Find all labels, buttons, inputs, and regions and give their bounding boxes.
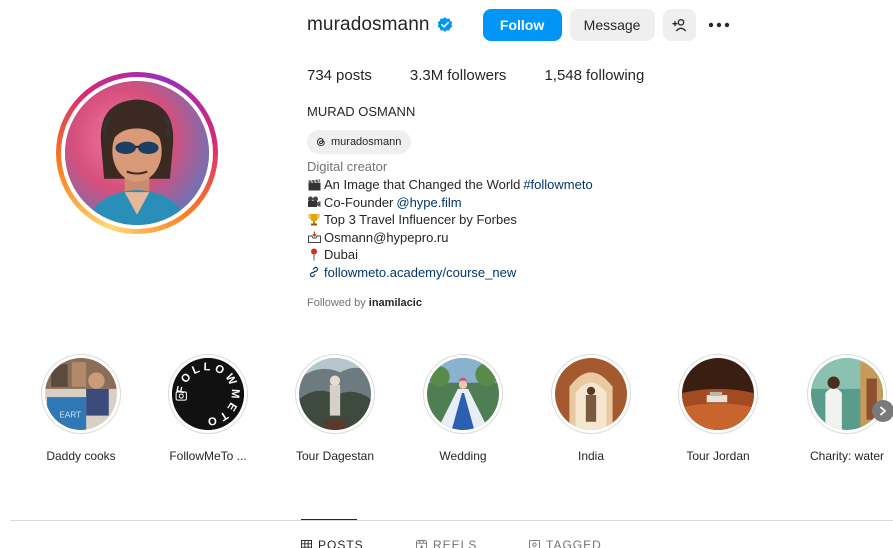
posts-label: posts bbox=[336, 67, 372, 84]
threads-icon bbox=[316, 137, 325, 147]
bio-line-3-text: Top 3 Travel Influencer by Forbes bbox=[324, 212, 517, 227]
highlight-cover bbox=[811, 358, 883, 430]
tab-posts[interactable]: POSTS bbox=[301, 538, 364, 548]
film-camera-icon bbox=[307, 196, 321, 209]
highlight-ring bbox=[295, 354, 375, 434]
highlight-followmeto[interactable]: FOLLOWMETO FollowMeTo ... bbox=[165, 354, 251, 463]
highlight-label: India bbox=[577, 449, 605, 463]
follow-button[interactable]: Follow bbox=[482, 9, 562, 41]
highlight-ring bbox=[807, 354, 887, 434]
svg-text:EART: EART bbox=[59, 411, 81, 420]
highlight-daddy-cooks[interactable]: EART Daddy cooks bbox=[38, 354, 124, 463]
profile-header-row: muradosmann Follow Message bbox=[307, 9, 730, 41]
following-count: 1,548 bbox=[544, 67, 582, 84]
bio-line-3: Top 3 Travel Influencer by Forbes bbox=[307, 211, 593, 229]
message-button[interactable]: Message bbox=[569, 9, 655, 41]
highlight-ring: FOLLOWMETO bbox=[168, 354, 248, 434]
profile-tabs: POSTS REELS TAGGED bbox=[0, 538, 893, 548]
full-name: MURAD OSMANN bbox=[307, 104, 416, 119]
active-tab-indicator bbox=[301, 519, 357, 520]
profile-avatar-ring[interactable] bbox=[56, 72, 218, 234]
tab-tagged-label: TAGGED bbox=[546, 538, 602, 548]
highlight-label: Tour Jordan bbox=[686, 449, 750, 463]
profile-stats: 734 posts 3.3M followers 1,548 following bbox=[307, 67, 682, 84]
bio: An Image that Changed the World #followm… bbox=[307, 176, 593, 281]
following-stat[interactable]: 1,548 following bbox=[544, 67, 644, 84]
highlight-wedding[interactable]: Wedding bbox=[420, 354, 506, 463]
bio-line-2: Co-Founder @hype.film bbox=[307, 194, 593, 212]
reels-icon bbox=[416, 539, 427, 548]
highlight-label: Daddy cooks bbox=[46, 449, 116, 463]
highlight-cover: FOLLOWMETO bbox=[172, 358, 244, 430]
threads-badge[interactable]: muradosmann bbox=[307, 130, 412, 154]
clapperboard-icon bbox=[307, 178, 321, 191]
avatar[interactable] bbox=[65, 81, 209, 225]
tab-reels[interactable]: REELS bbox=[416, 538, 477, 548]
highlight-ring: EART bbox=[41, 354, 121, 434]
tabs-divider bbox=[10, 520, 893, 521]
posts-count: 734 bbox=[307, 67, 333, 84]
highlight-cover bbox=[555, 358, 627, 430]
inbox-tray-icon bbox=[307, 231, 321, 244]
avatar-portrait bbox=[65, 81, 209, 225]
grid-icon bbox=[301, 539, 312, 548]
category-label: Digital creator bbox=[307, 159, 388, 174]
bio-link-line: followmeto.academy/course_new bbox=[307, 264, 593, 282]
following-label: following bbox=[585, 67, 645, 84]
tagged-icon bbox=[529, 539, 540, 548]
tab-posts-label: POSTS bbox=[318, 538, 364, 548]
followed-by-user: inamilacic bbox=[368, 297, 422, 309]
external-link[interactable]: followmeto.academy/course_new bbox=[324, 264, 516, 282]
highlight-tour-dagestan[interactable]: Tour Dagestan bbox=[292, 354, 378, 463]
posts-stat: 734 posts bbox=[307, 67, 372, 84]
followers-label: followers bbox=[447, 67, 507, 84]
bio-line-5-text: Dubai bbox=[324, 247, 358, 262]
bio-line-2-text: Co-Founder bbox=[324, 194, 394, 210]
username: muradosmann bbox=[307, 14, 430, 35]
story-highlights: EART Daddy cooks FOLLOWMETO FollowMeTo .… bbox=[38, 354, 893, 474]
highlight-label: Charity: water bbox=[809, 449, 885, 463]
highlight-cover bbox=[299, 358, 371, 430]
followmeto-ring-text: FOLLOWMETO bbox=[172, 358, 244, 430]
bio-line-4-text: Osmann@hypepro.ru bbox=[324, 229, 449, 245]
hashtag-link[interactable]: #followmeto bbox=[523, 176, 592, 194]
chevron-right-icon bbox=[880, 406, 887, 416]
add-user-icon bbox=[672, 19, 687, 32]
link-icon bbox=[307, 266, 321, 279]
followers-count: 3.3M bbox=[409, 67, 444, 84]
followed-by[interactable]: Followed by inamilacic bbox=[307, 297, 422, 309]
highlights-next-button[interactable] bbox=[872, 400, 893, 422]
bio-line-4: Osmann@hypepro.ru bbox=[307, 229, 593, 247]
highlight-label: Tour Dagestan bbox=[295, 449, 375, 463]
followed-by-prefix: Followed by bbox=[307, 297, 369, 309]
highlight-ring bbox=[423, 354, 503, 434]
highlight-cover: EART bbox=[45, 358, 117, 430]
mention-link[interactable]: @hype.film bbox=[396, 194, 461, 212]
highlight-ring bbox=[551, 354, 631, 434]
avatar-gap bbox=[61, 77, 213, 229]
verified-badge-icon bbox=[437, 17, 452, 32]
bio-line-5: Dubai bbox=[307, 246, 593, 264]
trophy-icon bbox=[307, 213, 321, 226]
highlight-label: FollowMeTo ... bbox=[169, 449, 247, 463]
add-user-button[interactable] bbox=[662, 9, 696, 41]
more-options-icon[interactable] bbox=[708, 14, 730, 36]
followers-stat[interactable]: 3.3M followers bbox=[410, 67, 507, 84]
highlight-tour-jordan[interactable]: Tour Jordan bbox=[675, 354, 761, 463]
highlight-india[interactable]: India bbox=[548, 354, 634, 463]
pin-icon bbox=[307, 248, 321, 261]
highlight-cover bbox=[427, 358, 499, 430]
bio-line-1-text: An Image that Changed the World bbox=[324, 177, 521, 192]
bio-line-1: An Image that Changed the World #followm… bbox=[307, 176, 593, 194]
threads-handle: muradosmann bbox=[331, 136, 402, 148]
highlight-cover bbox=[682, 358, 754, 430]
tab-tagged[interactable]: TAGGED bbox=[529, 538, 602, 548]
tab-reels-label: REELS bbox=[433, 538, 478, 548]
highlight-label: Wedding bbox=[439, 449, 487, 463]
highlight-ring bbox=[678, 354, 758, 434]
